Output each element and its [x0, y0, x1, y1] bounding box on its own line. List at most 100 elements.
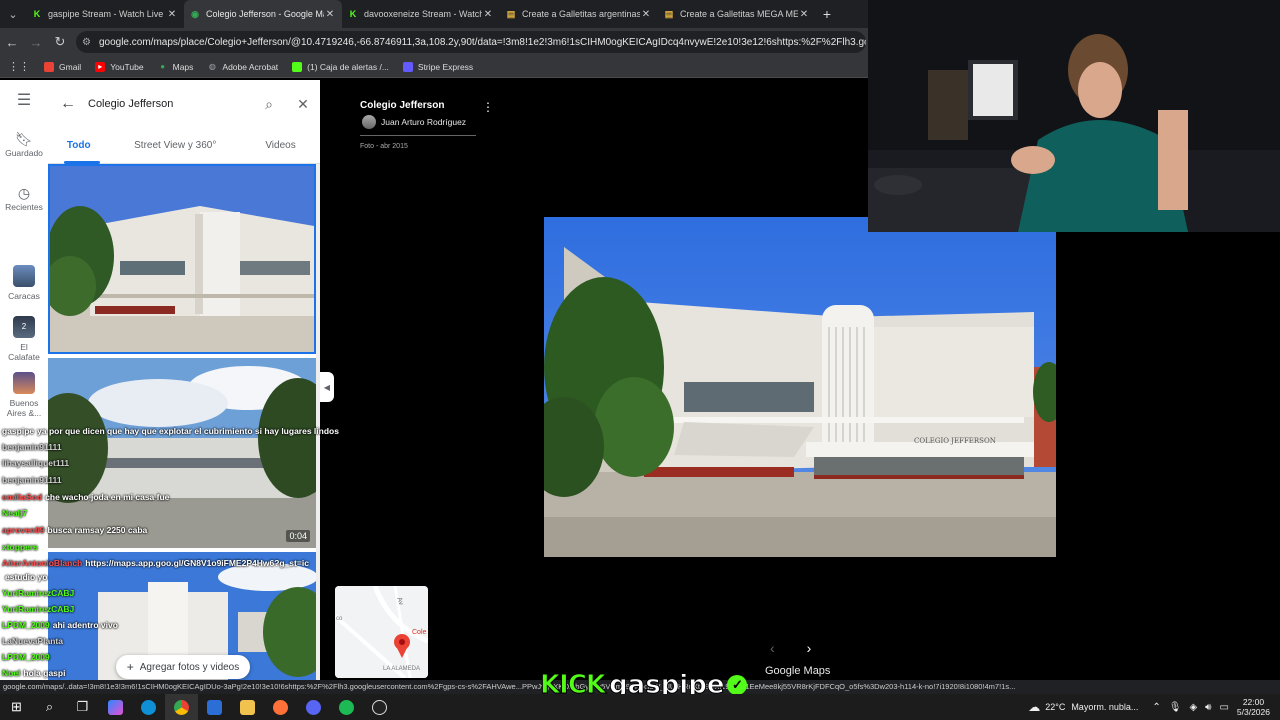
- close-tab-icon[interactable]: ✕: [166, 9, 178, 20]
- gmail-icon: [44, 61, 54, 72]
- previous-photo-icon[interactable]: ‹: [770, 640, 775, 656]
- bookmarks-bar: ⋮⋮ Gmail ▸ YouTube ● Maps ◍ Adobe Acrobat (…: [0, 56, 868, 78]
- microphone-icon[interactable]: 🎙︎: [1169, 702, 1182, 713]
- main-photo[interactable]: COLEGIO JEFFERSON: [544, 217, 1056, 557]
- youtube-icon: ▸: [95, 61, 106, 72]
- tab-all[interactable]: Todo: [48, 140, 109, 151]
- tab-street-view[interactable]: Street View y 360°: [109, 140, 241, 151]
- kick-favicon-icon: K: [33, 9, 41, 19]
- document-favicon-icon: ▤: [664, 8, 674, 19]
- search-icon[interactable]: ⌕: [33, 694, 66, 720]
- apps-grid-icon[interactable]: ⋮⋮: [8, 60, 30, 73]
- chat-message: YuriRamirezCABJ: [2, 588, 75, 598]
- divider: [360, 135, 476, 136]
- bookmark-icon: 🔖︎: [15, 131, 33, 147]
- system-tray: ☁ 22°C Mayorm. nubla... ⌃ 🎙︎ ◈ 🔊︎ ▭ 22:0…: [1028, 694, 1280, 720]
- spotify-icon[interactable]: [330, 694, 363, 720]
- place-thumbnail: 2: [13, 316, 35, 338]
- browser-tab[interactable]: ▤ Create a Galletitas argentinas (Sticke…: [500, 0, 658, 28]
- browser-tab-bar: ⌄ K gaspipe Stream - Watch Live on Kick …: [0, 0, 868, 28]
- photo-navigation: ‹ ›: [770, 640, 839, 656]
- collapse-panel-button[interactable]: ◀: [320, 372, 334, 402]
- chat-message: gaspipe ya por que dicen que hay que expl…: [2, 426, 339, 436]
- bookmark-stripe-express[interactable]: Stripe Express: [402, 61, 473, 72]
- chat-message: lihaysalliquet111: [2, 458, 70, 468]
- bookmark-adobe-acrobat[interactable]: ◍ Adobe Acrobat: [207, 62, 278, 72]
- discord-icon[interactable]: [297, 694, 330, 720]
- weather-text: Mayorm. nubla...: [1071, 702, 1139, 712]
- browser-tab[interactable]: K gaspipe Stream - Watch Live on Kick ✕: [26, 0, 184, 28]
- search-input[interactable]: Colegio Jefferson: [88, 98, 252, 110]
- tab-videos[interactable]: Videos: [241, 140, 320, 151]
- bookmark-maps[interactable]: ● Maps: [158, 62, 193, 72]
- photo-thumbnail[interactable]: [48, 164, 316, 354]
- rail-recent-el-calafate[interactable]: 2 El Calafate: [0, 316, 48, 362]
- place-thumbnail: [13, 265, 35, 287]
- photo-author[interactable]: Juan Arturo Rodríguez: [362, 115, 466, 129]
- obs-icon[interactable]: [363, 694, 396, 720]
- close-icon[interactable]: ✕: [286, 96, 320, 113]
- building-photo: [50, 166, 314, 352]
- address-bar-row: ← → ↻ ⚙ google.com/maps/place/Colegio+Je…: [0, 28, 868, 56]
- search-icon[interactable]: ⌕: [252, 96, 286, 113]
- close-tab-icon[interactable]: ✕: [640, 9, 652, 20]
- reload-icon[interactable]: ↻: [48, 34, 72, 50]
- rail-recent-caracas[interactable]: Caracas: [0, 265, 48, 301]
- kick-favicon-icon: K: [349, 9, 357, 19]
- search-row: ← Colegio Jefferson ⌕ ✕: [48, 80, 320, 128]
- firefox-icon[interactable]: [264, 694, 297, 720]
- chat-message: benjamin91111: [2, 442, 62, 452]
- weather-widget[interactable]: ☁ 22°C Mayorm. nubla...: [1028, 700, 1138, 714]
- site-info-icon[interactable]: ⚙: [82, 37, 91, 48]
- browser-tab[interactable]: K davooxeneize Stream - Watch Live on Ki…: [342, 0, 500, 28]
- alerts-icon: [292, 61, 303, 72]
- copilot-icon[interactable]: [99, 694, 132, 720]
- tab-title: davooxeneize Stream - Watch Live on Kick: [364, 9, 482, 19]
- browser-tab[interactable]: ▤ Create a Galletitas MEGA MEGA ✕: [658, 0, 816, 28]
- network-icon[interactable]: ◈: [1189, 702, 1197, 713]
- chat-message: estudio yo: [5, 572, 48, 582]
- verified-check-icon: ✓: [727, 675, 748, 695]
- url-field[interactable]: ⚙ google.com/maps/place/Colegio+Jefferso…: [76, 31, 866, 53]
- photo-tabs: Todo Street View y 360° Videos: [48, 128, 320, 164]
- next-photo-icon[interactable]: ›: [807, 640, 812, 656]
- tab-search-icon[interactable]: ⌄: [0, 0, 26, 28]
- chat-message: YuriRamirezCABJ: [2, 604, 75, 614]
- stream-chat-overlay: gaspipe ya por que dicen que hay que expl…: [0, 424, 350, 680]
- close-tab-icon[interactable]: ✕: [324, 9, 336, 20]
- chevron-up-icon[interactable]: ⌃: [1152, 702, 1160, 713]
- edge-icon[interactable]: [132, 694, 165, 720]
- battery-icon[interactable]: ▭: [1219, 702, 1228, 713]
- close-tab-icon[interactable]: ✕: [482, 9, 494, 20]
- store-icon[interactable]: [198, 694, 231, 720]
- history-icon: ◷: [17, 185, 31, 201]
- tab-title: Colegio Jefferson - Google Maps: [206, 9, 324, 19]
- bookmark-gmail[interactable]: Gmail: [44, 61, 81, 72]
- more-options-icon[interactable]: ⋮: [482, 100, 494, 114]
- file-explorer-icon[interactable]: [231, 694, 264, 720]
- globe-icon: ◍: [208, 61, 216, 71]
- back-arrow-icon[interactable]: ←: [48, 95, 88, 113]
- windows-start-icon[interactable]: ⊞: [0, 694, 33, 720]
- maps-favicon-icon: ◉: [191, 8, 199, 19]
- chrome-icon[interactable]: [165, 694, 198, 720]
- task-view-icon[interactable]: ❐: [66, 694, 99, 720]
- clock[interactable]: 22:00 5/3/2026: [1237, 697, 1270, 717]
- new-tab-icon[interactable]: +: [816, 6, 838, 22]
- browser-tab-active[interactable]: ◉ Colegio Jefferson - Google Maps ✕: [184, 0, 342, 28]
- rail-saved[interactable]: 🔖︎ Guardado: [0, 131, 48, 158]
- forward-arrow-icon[interactable]: →: [24, 35, 48, 50]
- chat-message: LPDM_2009: [2, 652, 50, 662]
- bookmark-caja-alertas[interactable]: (1) Caja de alertas /...: [292, 61, 389, 72]
- volume-icon[interactable]: 🔊︎: [1205, 702, 1211, 713]
- close-tab-icon[interactable]: ✕: [798, 9, 810, 20]
- menu-icon[interactable]: ☰: [0, 93, 48, 110]
- svg-text:Cole: Cole: [412, 629, 427, 636]
- windows-taskbar: ⊞ ⌕ ❐ ☁ 22°C Mayorm. nubla... ⌃ 🎙︎ ◈ 🔊︎ …: [0, 694, 1280, 720]
- streamer-webcam: [868, 0, 1280, 232]
- rail-recent-buenos-aires[interactable]: Buenos Aires &...: [0, 372, 48, 418]
- bookmark-youtube[interactable]: ▸ YouTube: [95, 61, 144, 72]
- building-sign-text: COLEGIO JEFFERSON: [914, 437, 996, 445]
- rail-recents[interactable]: ◷ Recientes: [0, 185, 48, 212]
- back-arrow-icon[interactable]: ←: [0, 35, 24, 50]
